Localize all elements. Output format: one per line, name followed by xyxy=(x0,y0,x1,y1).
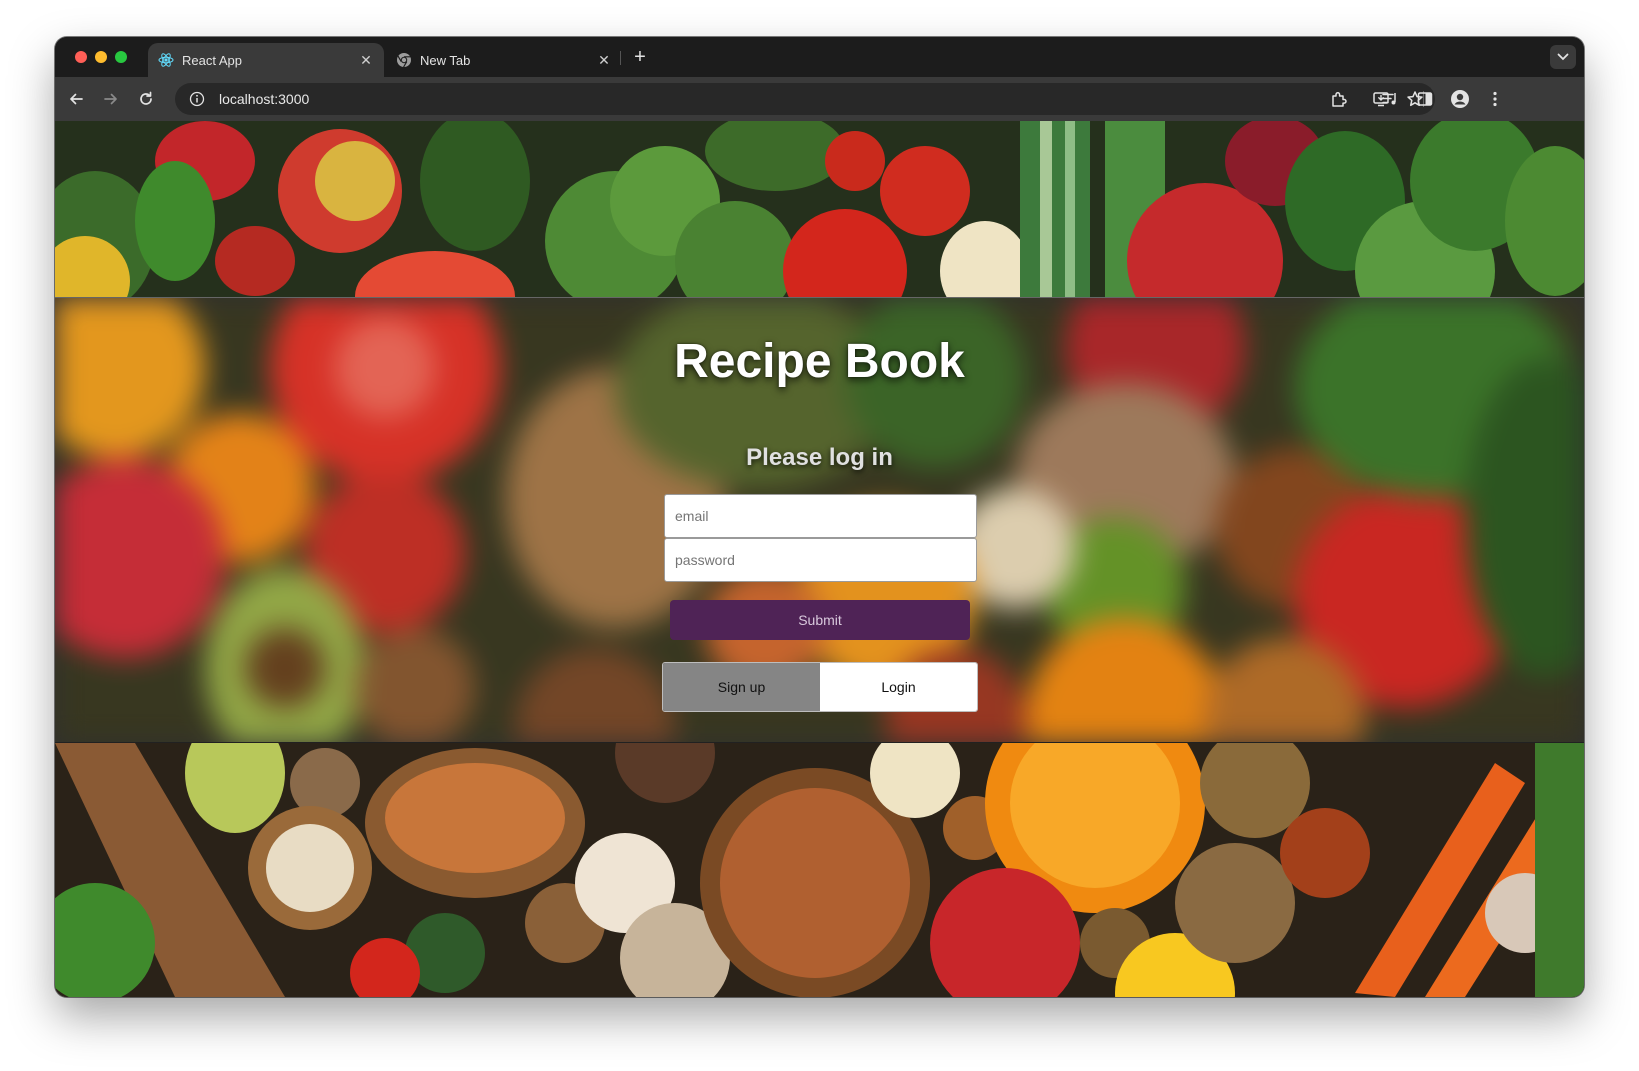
extensions-icon[interactable] xyxy=(1328,88,1350,110)
tab-title: React App xyxy=(182,52,242,68)
tab-react-app[interactable]: React App ✕ xyxy=(148,43,384,77)
password-field[interactable] xyxy=(664,538,977,582)
login-heading: Please log in xyxy=(746,444,893,471)
sign-up-button[interactable]: Sign up xyxy=(663,663,820,711)
tab-search-button[interactable] xyxy=(1550,45,1576,69)
submit-button[interactable]: Submit xyxy=(670,600,970,640)
reload-icon xyxy=(140,91,152,105)
chevron-down-icon xyxy=(1557,53,1569,61)
email-field[interactable] xyxy=(664,494,977,538)
minimize-window-button[interactable] xyxy=(95,51,107,63)
address-bar[interactable]: localhost:3000 xyxy=(175,83,1435,115)
browser-window: React App ✕ New Tab ✕ + localhost:3000 R… xyxy=(55,37,1584,997)
login-button[interactable]: Login xyxy=(820,663,977,711)
site-info-icon[interactable] xyxy=(187,89,207,109)
close-tab-icon[interactable]: ✕ xyxy=(596,52,612,68)
tab-new-tab[interactable]: New Tab ✕ xyxy=(386,43,622,77)
auth-mode-toggle: Sign up Login xyxy=(662,662,978,712)
media-controls-icon[interactable] xyxy=(1379,88,1401,110)
tab-title: New Tab xyxy=(420,52,471,68)
forward-button[interactable] xyxy=(100,88,122,110)
url-text: localhost:3000 xyxy=(219,91,310,107)
tab-separator xyxy=(620,51,621,65)
react-icon xyxy=(158,52,174,68)
maximize-window-button[interactable] xyxy=(115,51,127,63)
back-button[interactable] xyxy=(65,88,87,110)
browser-toolbar: localhost:3000 xyxy=(55,77,1584,121)
side-panel-icon[interactable] xyxy=(1414,88,1436,110)
arrow-right-icon xyxy=(104,93,117,105)
page-title: Recipe Book xyxy=(674,335,965,388)
reload-button[interactable] xyxy=(135,88,157,110)
chrome-icon xyxy=(396,52,412,68)
profile-avatar-icon[interactable] xyxy=(1449,88,1471,110)
close-window-button[interactable] xyxy=(75,51,87,63)
food-background-top xyxy=(55,121,1584,297)
login-section: Recipe Book Please log in Submit Sign up… xyxy=(55,297,1584,743)
new-tab-button[interactable]: + xyxy=(629,46,651,68)
arrow-left-icon xyxy=(70,93,83,105)
close-tab-icon[interactable]: ✕ xyxy=(358,52,374,68)
more-menu-icon[interactable] xyxy=(1484,88,1506,110)
page-viewport: Recipe Book Please log in Submit Sign up… xyxy=(55,121,1584,997)
tab-bar: React App ✕ New Tab ✕ + xyxy=(55,37,1584,77)
login-form: Recipe Book Please log in Submit Sign up… xyxy=(55,298,1584,742)
food-background-bottom xyxy=(55,743,1584,997)
